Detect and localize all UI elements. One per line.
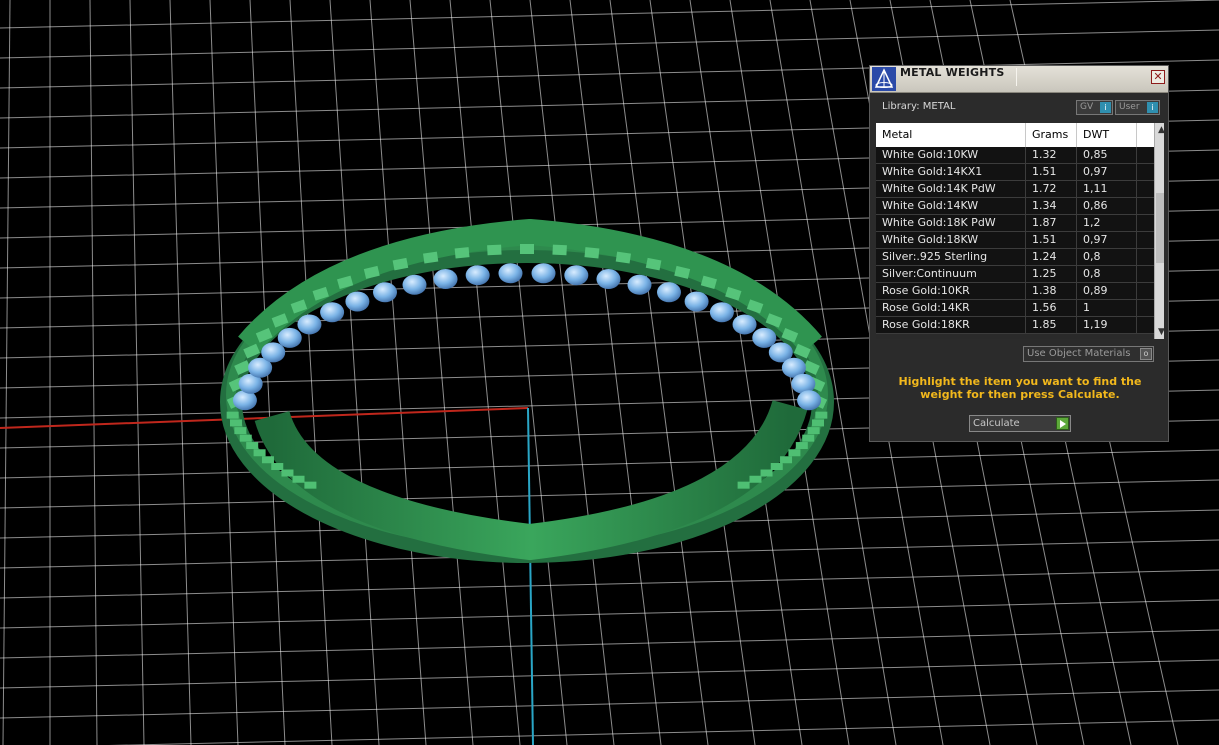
table-row[interactable]: White Gold:14KX1 1.51 0,97 <box>876 164 1154 181</box>
dwt-cell: 0,85 <box>1077 147 1137 163</box>
dwt-cell: 0,97 <box>1077 164 1137 180</box>
calculate-button[interactable]: Calculate <box>969 415 1071 432</box>
play-arrow-icon <box>1056 417 1069 430</box>
grams-cell: 1.38 <box>1026 283 1077 299</box>
grams-cell: 1.51 <box>1026 232 1077 248</box>
table-row[interactable]: Silver:Continuum 1.25 0,8 <box>876 266 1154 283</box>
panel-title: METAL WEIGHTS <box>900 66 1005 79</box>
table-row[interactable]: White Gold:14KW 1.34 0,86 <box>876 198 1154 215</box>
metal-cell: White Gold:10KW <box>876 147 1026 163</box>
metal-table[interactable]: Metal Grams DWT White Gold:10KW 1.32 0,85 W… <box>876 123 1164 339</box>
panel-titlebar[interactable]: METAL WEIGHTS ✕ <box>870 66 1168 93</box>
dwt-cell: 0,97 <box>1077 232 1137 248</box>
metal-cell: Rose Gold:18KR <box>876 317 1026 333</box>
table-row[interactable]: Rose Gold:18KR 1.85 1,19 <box>876 317 1154 334</box>
close-icon[interactable]: ✕ <box>1151 70 1165 84</box>
grams-cell: 1.34 <box>1026 198 1077 214</box>
user-toggle[interactable]: User i <box>1115 100 1160 115</box>
column-header-dwt[interactable]: DWT <box>1077 123 1137 147</box>
app-logo-icon <box>872 67 896 91</box>
dwt-cell: 1,19 <box>1077 317 1137 333</box>
metal-cell: Silver:Continuum <box>876 266 1026 282</box>
metal-cell: White Gold:18KW <box>876 232 1026 248</box>
scroll-up-icon[interactable]: ▲ <box>1155 123 1164 137</box>
dwt-cell: 1,2 <box>1077 215 1137 231</box>
grams-cell: 1.56 <box>1026 300 1077 316</box>
metal-cell: White Gold:18K PdW <box>876 215 1026 231</box>
metal-cell: Rose Gold:14KR <box>876 300 1026 316</box>
instruction-text: Highlight the item you want to find the … <box>898 375 1142 401</box>
use-object-materials-toggle[interactable]: Use Object Materials o <box>1023 346 1154 362</box>
scroll-down-icon[interactable]: ▼ <box>1155 325 1164 339</box>
table-scrollbar[interactable]: ▲ ▼ <box>1154 123 1164 339</box>
scrollbar-thumb[interactable] <box>1156 193 1164 263</box>
table-body: White Gold:10KW 1.32 0,85 White Gold:14KX1 1… <box>876 147 1154 334</box>
grams-cell: 1.72 <box>1026 181 1077 197</box>
use-object-materials-label: Use Object Materials <box>1027 348 1131 359</box>
dwt-cell: 1,11 <box>1077 181 1137 197</box>
dwt-cell: 1 <box>1077 300 1137 316</box>
table-row[interactable]: White Gold:14K PdW 1.72 1,11 <box>876 181 1154 198</box>
table-row[interactable]: Rose Gold:14KR 1.56 1 <box>876 300 1154 317</box>
table-row[interactable]: Rose Gold:10KR 1.38 0,89 <box>876 283 1154 300</box>
table-row[interactable]: White Gold:18K PdW 1.87 1,2 <box>876 215 1154 232</box>
grams-cell: 1.24 <box>1026 249 1077 265</box>
table-row[interactable]: White Gold:18KW 1.51 0,97 <box>876 232 1154 249</box>
calculate-label: Calculate <box>973 418 1020 429</box>
title-separator <box>1016 68 1145 86</box>
dwt-cell: 0,86 <box>1077 198 1137 214</box>
metal-cell: Rose Gold:10KR <box>876 283 1026 299</box>
dwt-cell: 0,89 <box>1077 283 1137 299</box>
dwt-cell: 0,8 <box>1077 249 1137 265</box>
column-header-metal[interactable]: Metal <box>876 123 1026 147</box>
toggle-indicator-icon: o <box>1140 348 1152 360</box>
gv-toggle-label: GV <box>1080 102 1094 112</box>
table-row[interactable]: White Gold:10KW 1.32 0,85 <box>876 147 1154 164</box>
y-axis-line <box>527 407 534 745</box>
grams-cell: 1.87 <box>1026 215 1077 231</box>
grams-cell: 1.25 <box>1026 266 1077 282</box>
dwt-cell: 0,8 <box>1077 266 1137 282</box>
grams-cell: 1.85 <box>1026 317 1077 333</box>
info-icon: i <box>1100 102 1111 113</box>
grams-cell: 1.32 <box>1026 147 1077 163</box>
table-header: Metal Grams DWT <box>876 123 1154 147</box>
info-icon: i <box>1147 102 1158 113</box>
table-row[interactable]: Silver:.925 Sterling 1.24 0,8 <box>876 249 1154 266</box>
grams-cell: 1.51 <box>1026 164 1077 180</box>
library-label: Library: METAL <box>882 101 956 112</box>
metal-cell: White Gold:14KW <box>876 198 1026 214</box>
metal-cell: Silver:.925 Sterling <box>876 249 1026 265</box>
gv-toggle[interactable]: GV i <box>1076 100 1113 115</box>
column-header-grams[interactable]: Grams <box>1026 123 1077 147</box>
metal-cell: White Gold:14K PdW <box>876 181 1026 197</box>
metal-cell: White Gold:14KX1 <box>876 164 1026 180</box>
ring-model[interactable] <box>220 218 834 563</box>
metal-weights-panel: METAL WEIGHTS ✕ Library: METAL GV i User… <box>869 65 1169 442</box>
user-toggle-label: User <box>1119 102 1140 112</box>
